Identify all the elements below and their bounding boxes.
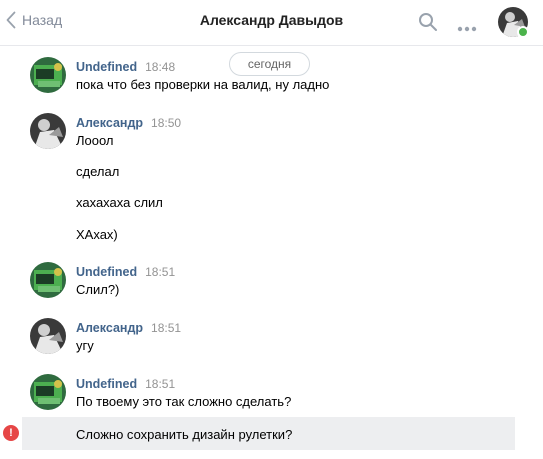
author-name[interactable]: Undefined [76, 377, 137, 391]
chat-header: Назад Александр Давыдов [0, 0, 543, 46]
author-name[interactable]: Undefined [76, 60, 137, 74]
message-time: 18:51 [145, 377, 176, 391]
message-author[interactable]: Undefined 18:48 [76, 60, 175, 74]
message-author[interactable]: Undefined 18:51 [76, 377, 175, 391]
message-text: Лооол [76, 133, 114, 148]
avatar-alexander[interactable] [30, 318, 66, 354]
author-name[interactable]: Александр [76, 321, 143, 335]
avatar-alexander[interactable] [30, 113, 66, 149]
message-text: По твоему это так сложно сделать? [76, 394, 292, 409]
author-name[interactable]: Undefined [76, 265, 137, 279]
message-text: хахахаха слил [76, 195, 163, 210]
message-time: 18:51 [151, 321, 182, 335]
message-text: ХАхах) [76, 227, 118, 242]
search-icon[interactable] [418, 12, 438, 37]
online-dot [517, 26, 529, 38]
message-author[interactable]: Александр 18:51 [76, 321, 181, 335]
message-text-failed: Сложно сохранить дизайн рулетки? [76, 427, 293, 442]
error-icon[interactable]: ! [3, 425, 19, 441]
more-icon[interactable] [457, 19, 477, 37]
avatar-undefined[interactable] [30, 374, 66, 410]
message-author[interactable]: Александр 18:50 [76, 116, 181, 130]
message-time: 18:48 [145, 60, 176, 74]
message-time: 18:50 [151, 116, 182, 130]
date-divider: сегодня [229, 52, 310, 76]
message-text: угу [76, 338, 94, 353]
message-text: пока что без проверки на валид, ну ладно [76, 77, 330, 92]
avatar-undefined[interactable] [30, 262, 66, 298]
author-name[interactable]: Александр [76, 116, 143, 130]
message-text: Слил?) [76, 282, 120, 297]
message-author[interactable]: Undefined 18:51 [76, 265, 175, 279]
header-avatar[interactable] [498, 7, 529, 38]
message-time: 18:51 [145, 265, 176, 279]
message-text: сделал [76, 164, 120, 179]
avatar-undefined[interactable] [30, 57, 66, 93]
